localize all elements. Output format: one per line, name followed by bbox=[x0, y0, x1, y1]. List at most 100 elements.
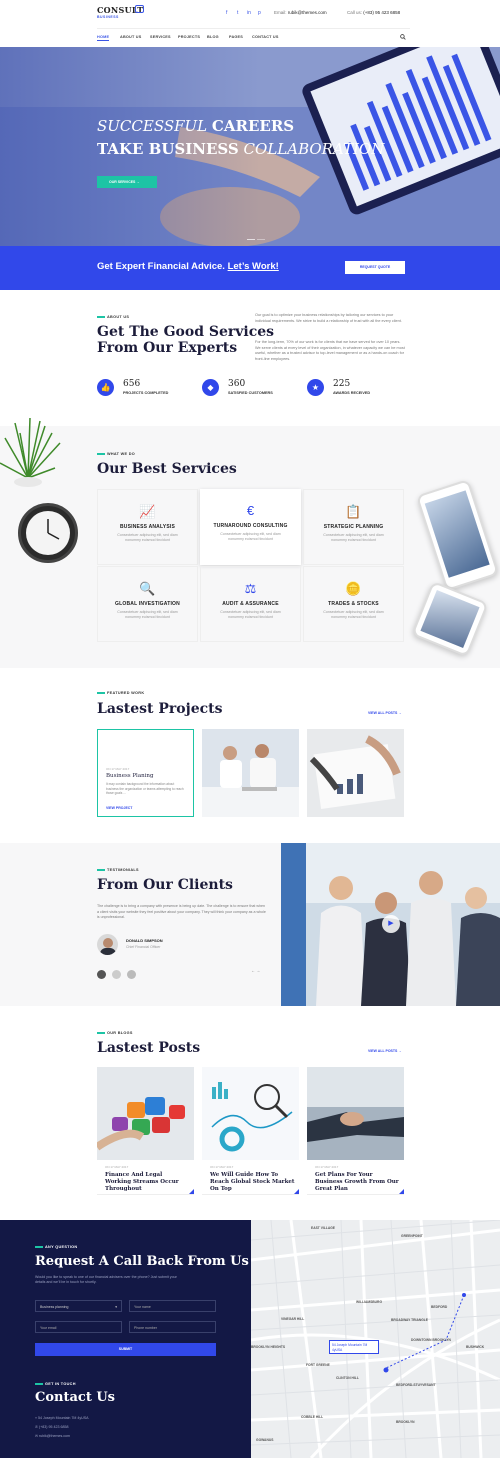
corner-accent bbox=[294, 1189, 299, 1194]
slider-dots[interactable] bbox=[247, 236, 267, 240]
email-field[interactable]: Your email bbox=[35, 1321, 122, 1333]
projects-title: Lastest Projects bbox=[97, 701, 223, 717]
cta-link[interactable]: Let’s Work! bbox=[228, 261, 279, 272]
testimonial-quote: The challenge is to bring a company with… bbox=[97, 904, 266, 919]
alarm-clock-image bbox=[18, 503, 78, 563]
slider-dot[interactable] bbox=[247, 238, 255, 240]
service-card[interactable]: € TURNAROUND CONSULTING Consectetuer adi… bbox=[200, 489, 301, 565]
logo-bubble-icon bbox=[135, 5, 144, 13]
corner-accent bbox=[399, 1189, 404, 1194]
project-title: Business Planing bbox=[106, 773, 154, 779]
arrow-right-icon: → bbox=[136, 180, 140, 184]
nav-pages[interactable]: PAGES bbox=[229, 35, 243, 39]
request-quote-button[interactable]: REQUEST QUOTE bbox=[345, 261, 405, 274]
map[interactable]: EAST VILLAGE GREENPOINT WILLIAMSBURG BED… bbox=[251, 1220, 500, 1458]
client-thumb[interactable] bbox=[112, 970, 121, 979]
post-image[interactable] bbox=[307, 1067, 404, 1160]
slider-dot[interactable] bbox=[257, 238, 265, 240]
nav-contact[interactable]: CONTACT US bbox=[252, 35, 279, 39]
contact-kicker: GET IN TOUCH bbox=[35, 1382, 76, 1386]
contact-email[interactable]: ✉ rubik@themes.com bbox=[35, 1434, 70, 1438]
nav-services[interactable]: SERVICES bbox=[150, 35, 171, 39]
twitter-icon[interactable]: t bbox=[237, 10, 238, 16]
client-thumb[interactable] bbox=[127, 970, 136, 979]
map-roads bbox=[251, 1220, 500, 1458]
nav-blog[interactable]: BLOG bbox=[207, 35, 219, 39]
search-icon[interactable] bbox=[400, 34, 406, 40]
phone-link[interactable]: (+83) 95 423 6858 bbox=[363, 10, 400, 15]
nav-home[interactable]: HOME bbox=[97, 35, 110, 41]
post-title[interactable]: Get Plans For Your Business Growth From … bbox=[315, 1172, 400, 1193]
hero-title-line1: SUCCESSFUL CAREERS bbox=[97, 117, 295, 135]
project-image[interactable] bbox=[202, 729, 299, 817]
mail-icon: ✉ bbox=[35, 1434, 39, 1438]
contact-phone[interactable]: ✆ (+83) 95 423 6858 bbox=[35, 1425, 69, 1429]
thumbs-up-icon: 👍 bbox=[97, 379, 114, 396]
service-select[interactable]: Business planning ▾ bbox=[35, 1300, 122, 1312]
service-card[interactable]: 📋 STRATEGIC PLANNING Consectetuer adipis… bbox=[303, 489, 404, 565]
header-divider bbox=[97, 28, 410, 29]
stat-label: SATISFIED CUSTOMERS bbox=[228, 391, 273, 395]
service-card[interactable]: 🔍 GLOBAL INVESTIGATION Consectetuer adip… bbox=[97, 566, 198, 642]
post-card[interactable]: ON 17 MAY 2017 Finance And Legal Working… bbox=[97, 1160, 194, 1195]
map-popup[interactable]: 54 Joseph Mountain 7M 4yUSA bbox=[329, 1340, 379, 1354]
callback-kicker: ANY QUESTION bbox=[35, 1245, 77, 1249]
play-video-icon[interactable]: ▶ bbox=[382, 915, 400, 933]
phone-info: Call us: (+83) 95 423 6858 bbox=[347, 10, 401, 15]
nav-about[interactable]: ABOUT US bbox=[120, 35, 141, 39]
view-project-link[interactable]: VIEW PROJECT bbox=[106, 806, 132, 810]
name-field[interactable]: Your name bbox=[129, 1300, 216, 1312]
pinterest-icon[interactable]: p bbox=[258, 10, 261, 16]
about-title-2: From Our Experts bbox=[97, 340, 238, 356]
submit-button[interactable]: SUBMIT bbox=[35, 1343, 216, 1356]
diamond-icon: ◆ bbox=[202, 379, 219, 396]
nav-projects[interactable]: PROJECTS bbox=[178, 35, 200, 39]
post-title[interactable]: Finance And Legal Working Streams Occur … bbox=[105, 1172, 190, 1193]
clipboard-icon: 📋 bbox=[345, 504, 362, 519]
stat-number: 225 bbox=[333, 379, 351, 389]
post-image[interactable] bbox=[97, 1067, 194, 1160]
blog-title: Lastest Posts bbox=[97, 1040, 201, 1056]
post-image[interactable] bbox=[202, 1067, 299, 1160]
plant-image bbox=[0, 418, 61, 487]
magnifier-icon: 🔍 bbox=[139, 581, 156, 596]
post-title[interactable]: We Will Guide How To Reach Global Stock … bbox=[210, 1172, 295, 1193]
project-card[interactable]: ON 17 MAY 2017 Business Planing It may c… bbox=[97, 729, 194, 817]
scale-icon: ⚖ bbox=[244, 581, 257, 596]
facebook-icon[interactable]: f bbox=[226, 10, 227, 16]
logo[interactable]: CONSULT BUSINESS bbox=[97, 5, 144, 23]
contact-address: ⌖ 54 Joseph Mountain 7M 4yUSA bbox=[35, 1416, 89, 1420]
currency-cycle-icon: € bbox=[246, 503, 255, 518]
callback-desc: Would you like to speak to one of our fi… bbox=[35, 1275, 177, 1284]
services-title: Our Best Services bbox=[97, 461, 237, 477]
post-card[interactable]: ON 17 MAY 2017 We Will Guide How To Reac… bbox=[202, 1160, 299, 1195]
coins-stack-icon: 🪙 bbox=[345, 581, 362, 596]
avatar bbox=[97, 934, 118, 955]
stat-number: 360 bbox=[228, 379, 246, 389]
about-para-1: Our goal is to optimize your business re… bbox=[255, 313, 402, 323]
clock-face bbox=[26, 511, 70, 555]
view-all-posts-link[interactable]: VIEW ALL POSTS → bbox=[368, 1049, 402, 1053]
client-thumb[interactable] bbox=[97, 970, 106, 979]
service-card[interactable]: ⚖ AUDIT & ASSURANCE Consectetuer adipisc… bbox=[200, 566, 301, 642]
chevron-down-icon: ▾ bbox=[115, 1305, 117, 1309]
email-link[interactable]: rubik@themes.com bbox=[288, 10, 327, 15]
client-role: Chief Financial Officer bbox=[126, 945, 161, 949]
phone-icon: ✆ bbox=[35, 1425, 39, 1429]
service-card[interactable]: 🪙 TRADES & STOCKS Consectetuer adipiscin… bbox=[303, 566, 404, 642]
phone-field[interactable]: Phone number bbox=[129, 1321, 216, 1333]
chart-icon: 📈 bbox=[139, 504, 156, 519]
contact-title: Contact Us bbox=[35, 1390, 115, 1405]
view-all-projects-link[interactable]: VIEW ALL POSTS → bbox=[368, 711, 402, 715]
services-kicker: WHAT WE DO bbox=[97, 452, 135, 456]
linkedin-icon[interactable]: in bbox=[247, 10, 251, 16]
service-card[interactable]: 📈 BUSINESS ANALYSIS Consectetuer adipisc… bbox=[97, 489, 198, 565]
post-card[interactable]: ON 17 MAY 2017 Get Plans For Your Busine… bbox=[307, 1160, 404, 1195]
project-image[interactable] bbox=[307, 729, 404, 817]
testimonial-nav-arrows[interactable]: ← → bbox=[251, 968, 260, 973]
arrow-right-icon: → bbox=[398, 1049, 402, 1053]
corner-accent bbox=[189, 1189, 194, 1194]
our-services-button[interactable]: OUR SERVICES → bbox=[97, 176, 157, 188]
map-pin-icon: ⌖ bbox=[35, 1416, 38, 1420]
star-icon: ★ bbox=[307, 379, 324, 396]
